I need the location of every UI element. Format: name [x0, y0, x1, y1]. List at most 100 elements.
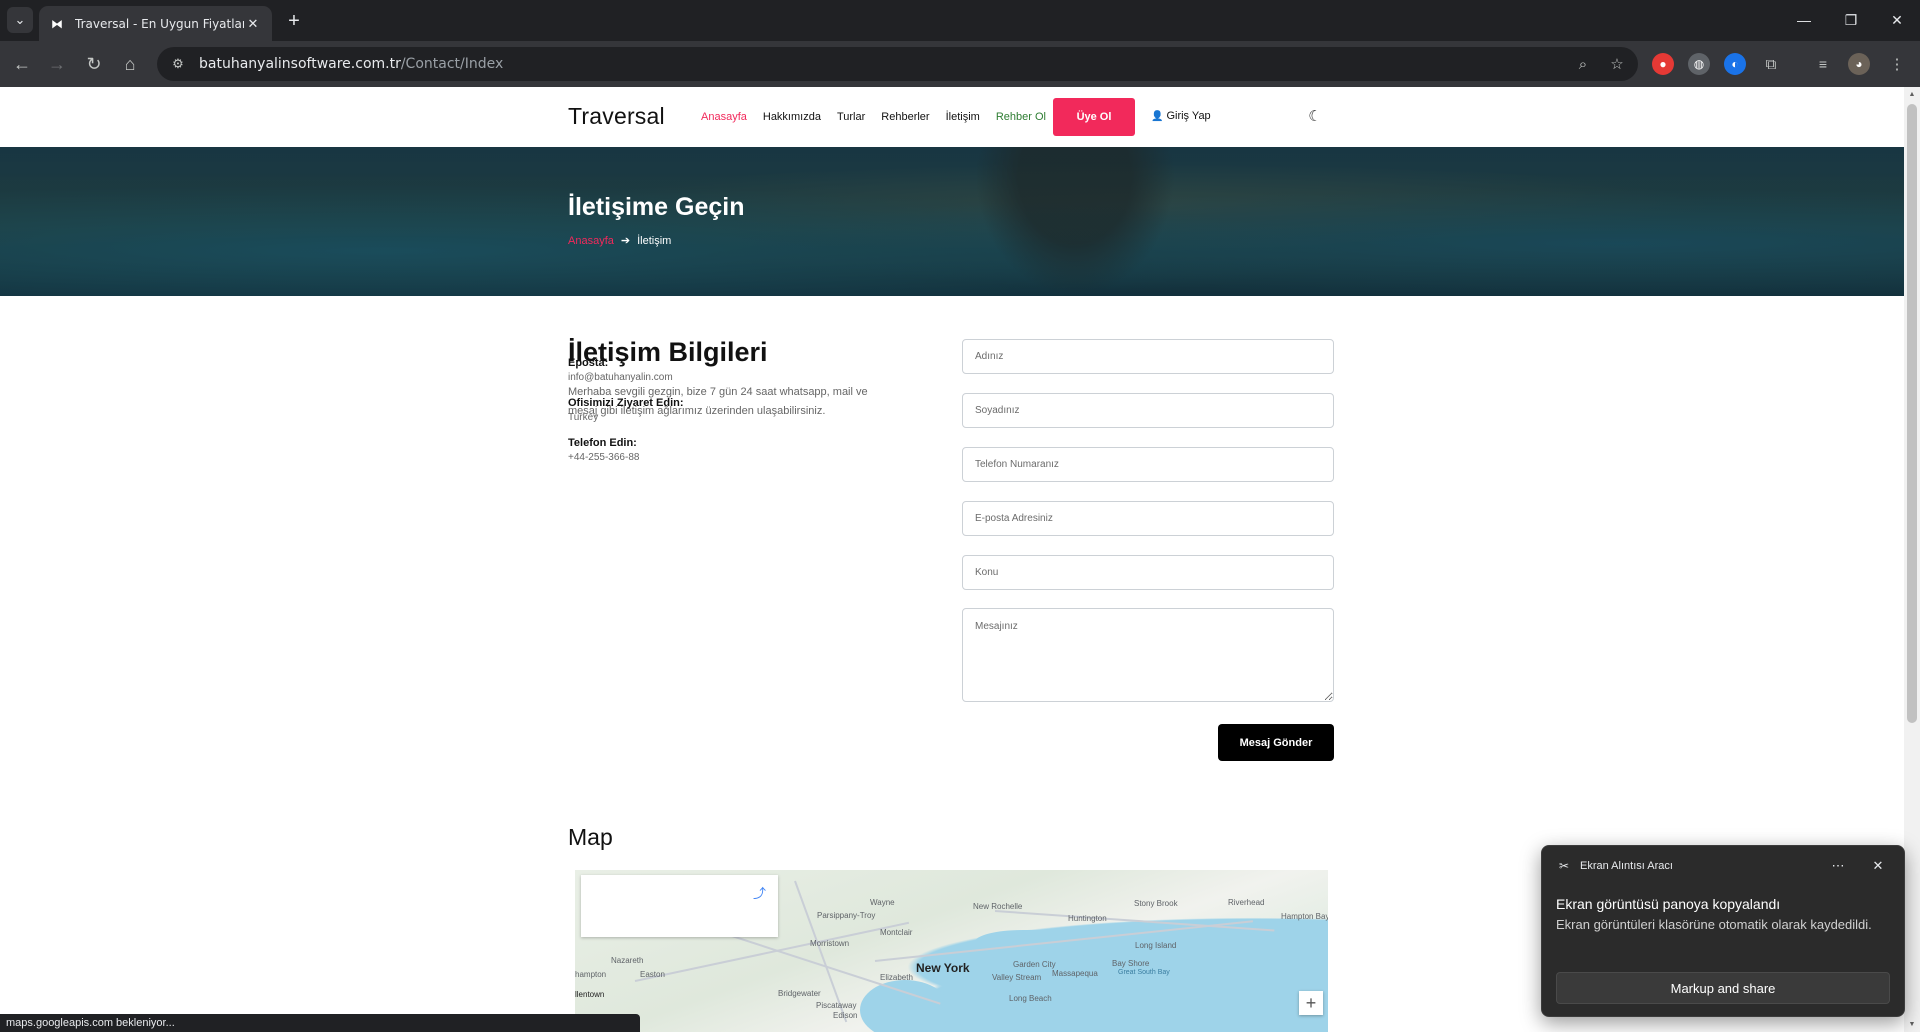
- send-message-button[interactable]: Mesaj Gönder: [1218, 724, 1334, 761]
- close-icon[interactable]: ✕: [244, 15, 262, 33]
- hero-background-image: [975, 147, 1175, 296]
- map-label: Montclair: [880, 928, 913, 937]
- map-label: Valley Stream: [992, 973, 1042, 982]
- map-label: Parsippany-Troy: [817, 911, 876, 920]
- message-textarea[interactable]: [962, 608, 1334, 702]
- site-info-icon[interactable]: ⚙: [163, 50, 193, 78]
- snipping-tool-notification[interactable]: ✂ Ekran Alıntısı Aracı ⋯ ✕ Ekran görüntü…: [1541, 845, 1905, 1017]
- forward-button[interactable]: →: [43, 50, 71, 78]
- directions-icon[interactable]: ⤴: [753, 883, 766, 902]
- globe-extension-icon[interactable]: ◍: [1688, 53, 1710, 75]
- office-label: Ofisimizi Ziyaret Edin:: [568, 397, 684, 409]
- nav-link-about[interactable]: Hakkımızda: [763, 111, 821, 123]
- office-value: Turkey: [568, 412, 599, 423]
- tab-search-button[interactable]: ⌄: [7, 7, 33, 33]
- nav-link-contact[interactable]: İletişim: [946, 111, 980, 123]
- url-text: batuhanyalinsoftware.com.tr/Contact/Inde…: [199, 56, 504, 72]
- page-title: İletişime Geçin: [568, 193, 745, 221]
- new-tab-button[interactable]: +: [282, 9, 306, 33]
- map-label: Edison: [833, 1011, 858, 1020]
- email-label: Eposta:: [568, 357, 609, 369]
- scroll-up-arrow-icon[interactable]: ▲: [1904, 87, 1920, 101]
- more-options-icon[interactable]: ⋯: [1828, 856, 1848, 876]
- close-icon[interactable]: ✕: [1868, 856, 1888, 876]
- extension-blue-icon[interactable]: ◐: [1724, 53, 1746, 75]
- map-label: Nazareth: [611, 956, 644, 965]
- user-icon: 👤: [1151, 110, 1164, 122]
- login-label: Giriş Yap: [1166, 110, 1211, 122]
- scrollbar-thumb[interactable]: [1907, 104, 1917, 723]
- restore-button[interactable]: ❐: [1831, 6, 1871, 34]
- map-label: Garden City: [1013, 960, 1056, 969]
- map-road: [994, 910, 1275, 932]
- tab-title: Traversal - En Uygun Fiyatlara G: [75, 16, 244, 31]
- brand-logo[interactable]: Traversal: [568, 103, 665, 130]
- map-label: Huntington: [1068, 914, 1107, 923]
- minimize-button[interactable]: —: [1784, 6, 1824, 34]
- map-zoom-in-button[interactable]: +: [1299, 991, 1323, 1015]
- breadcrumb-current: İletişim: [637, 234, 672, 247]
- phone-input[interactable]: [962, 447, 1334, 482]
- nav-links: Anasayfa Hakkımızda Turlar Rehberler İle…: [701, 111, 1062, 123]
- map-label: llentown: [575, 990, 605, 999]
- surname-input[interactable]: [962, 393, 1334, 428]
- home-button[interactable]: ⌂: [116, 50, 144, 78]
- arrow-right-icon: ➔: [620, 235, 631, 247]
- profile-avatar[interactable]: ◕: [1848, 53, 1870, 75]
- dark-mode-moon-icon[interactable]: ☾: [1307, 108, 1323, 125]
- map-label: Stony Brook: [1134, 899, 1178, 908]
- map-label: Hampton Bay: [1281, 912, 1328, 921]
- map-label-new-york: New York: [916, 961, 970, 975]
- nav-link-home[interactable]: Anasayfa: [701, 111, 747, 123]
- scroll-down-arrow-icon[interactable]: ▼: [1904, 1017, 1920, 1031]
- reading-list-icon[interactable]: ≡: [1812, 53, 1834, 75]
- zoom-icon[interactable]: ⌕: [1571, 52, 1595, 76]
- map-label: Long Beach: [1009, 994, 1052, 1003]
- map-label: Morristown: [810, 939, 850, 948]
- phone-label: Telefon Edin:: [568, 437, 637, 449]
- email-input[interactable]: [962, 501, 1334, 536]
- map-info-card: ⤴: [581, 875, 778, 937]
- bookmark-star-icon[interactable]: ☆: [1605, 52, 1629, 76]
- browser-tab[interactable]: ⧓ Traversal - En Uygun Fiyatlara G ✕: [39, 6, 272, 41]
- name-input[interactable]: [962, 339, 1334, 374]
- notification-body: Ekran görüntüleri klasörüne otomatik ola…: [1556, 917, 1872, 932]
- browser-status-bar: maps.googleapis.com bekleniyor...: [0, 1014, 640, 1032]
- map-label: Elizabeth: [880, 973, 913, 982]
- map-label: Easton: [640, 970, 665, 979]
- email-value: info@batuhanyalin.com: [568, 372, 673, 383]
- breadcrumb: Anasayfa ➔ İletişim: [568, 234, 672, 248]
- page-hero-banner: İletişime Geçin Anasayfa ➔ İletişim: [0, 147, 1904, 296]
- window-close-button[interactable]: ✕: [1877, 6, 1917, 34]
- reload-button[interactable]: ↻: [80, 50, 108, 78]
- map-label: Long Island: [1135, 941, 1177, 950]
- browser-toolbar: ← → ↻ ⌂ ⚙ batuhanyalinsoftware.com.tr/Co…: [0, 41, 1920, 87]
- notification-title: Ekran görüntüsü panoya kopyalandı: [1556, 896, 1781, 912]
- map-label: New Rochelle: [973, 902, 1023, 911]
- notification-app-name: Ekran Alıntısı Aracı: [1580, 860, 1673, 872]
- login-link[interactable]: 👤 Giriş Yap: [1151, 110, 1211, 122]
- browser-tab-bar: ⌄ ⧓ Traversal - En Uygun Fiyatlara G ✕ +…: [0, 0, 1920, 41]
- phone-value: +44-255-366-88: [568, 452, 640, 463]
- google-map[interactable]: ⤴ New York Wayne Parsippany-Troy Morrist…: [575, 870, 1328, 1032]
- page-scrollbar[interactable]: ▲ ▼: [1904, 87, 1920, 1032]
- extension-red-icon[interactable]: ●: [1652, 53, 1674, 75]
- subject-input[interactable]: [962, 555, 1334, 590]
- map-water: [860, 980, 950, 1032]
- nav-link-guides[interactable]: Rehberler: [881, 111, 929, 123]
- snipping-tool-icon: ✂: [1558, 859, 1570, 873]
- map-label: Piscataway: [816, 1001, 857, 1010]
- nav-link-become-guide[interactable]: Rehber Ol: [996, 111, 1046, 123]
- puzzle-extensions-icon[interactable]: ⧉: [1760, 53, 1782, 75]
- map-label: hampton: [575, 970, 607, 979]
- nav-link-tours[interactable]: Turlar: [837, 111, 865, 123]
- back-button[interactable]: ←: [8, 50, 36, 78]
- map-heading: Map: [568, 824, 613, 850]
- markup-and-share-button[interactable]: Markup and share: [1556, 972, 1890, 1004]
- signup-button[interactable]: Üye Ol: [1053, 98, 1135, 136]
- bow-tie-favicon-icon: ⧓: [51, 16, 63, 31]
- breadcrumb-home-link[interactable]: Anasayfa: [568, 235, 614, 247]
- address-bar[interactable]: ⚙ batuhanyalinsoftware.com.tr/Contact/In…: [157, 47, 1638, 81]
- site-navbar: Traversal Anasayfa Hakkımızda Turlar Reh…: [0, 87, 1904, 147]
- browser-menu-icon[interactable]: ⋮: [1886, 53, 1908, 75]
